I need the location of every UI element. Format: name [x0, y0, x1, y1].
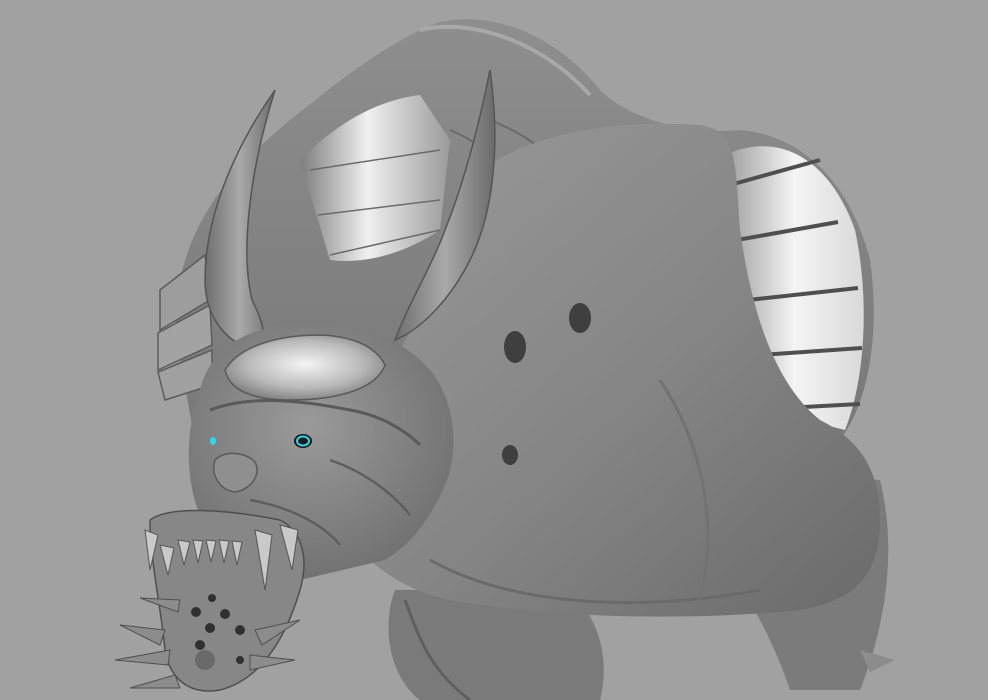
creature-jaw — [114, 509, 305, 692]
3d-viewport[interactable] — [0, 0, 988, 700]
creature-model-render — [114, 19, 895, 700]
